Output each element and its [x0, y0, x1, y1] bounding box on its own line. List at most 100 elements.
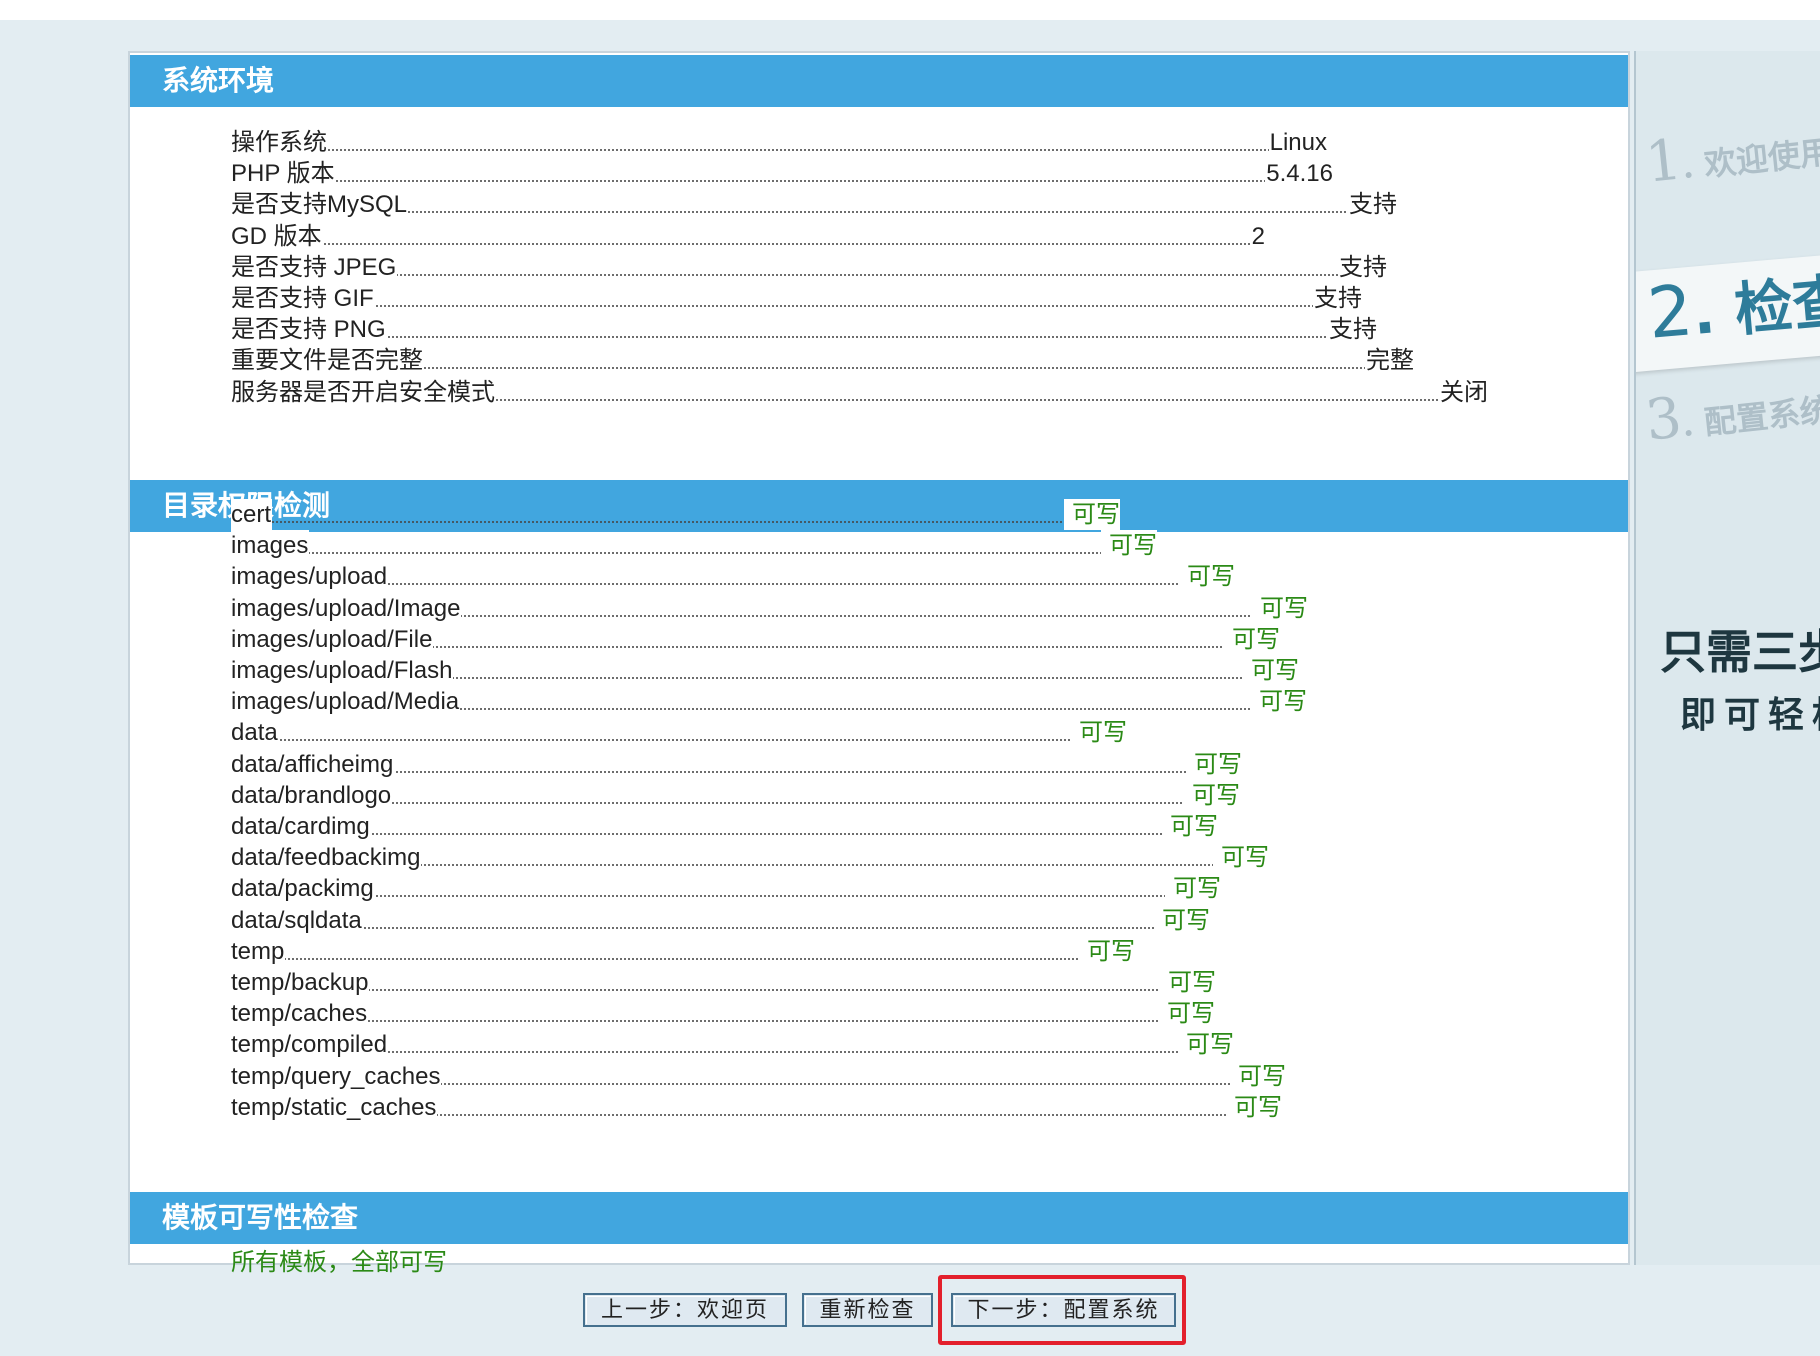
- dir-check-row: data/cardimg 可写: [231, 811, 1218, 842]
- step-3-number: 3: [1642, 385, 1685, 454]
- dir-check-row: temp/backup 可写: [231, 967, 1216, 998]
- dir-check-row: temp/static_caches 可写: [231, 1091, 1282, 1123]
- check-item-label: 是否支持 GIF: [231, 283, 375, 314]
- dir-check-row: images 可写: [231, 530, 1157, 562]
- dot-leader: [231, 180, 1333, 183]
- slogan-line-2: 即可轻松: [1680, 695, 1820, 736]
- dot-leader: [231, 989, 1216, 991]
- template-check-message: 所有模板，全部可写: [231, 1249, 447, 1276]
- env-check-row: PHP 版本 5.4.16: [231, 158, 1333, 190]
- check-item-status: 支持: [1313, 283, 1362, 314]
- dot-leader: [231, 895, 1221, 898]
- check-item-status: 可写: [1230, 1060, 1286, 1092]
- step-1-label: . 欢迎使用: [1680, 132, 1820, 187]
- env-check-row: 是否支持 GIF 支持: [231, 283, 1362, 314]
- check-item-label: PHP 版本: [231, 158, 336, 190]
- dot-leader: [231, 926, 1210, 929]
- check-item-status: 2: [1250, 220, 1265, 252]
- check-item-status: 可写: [1154, 904, 1210, 936]
- check-item-status: 支持: [1348, 189, 1397, 221]
- check-item-label: temp/static_caches: [231, 1091, 438, 1123]
- step-1: 1. 欢迎使用: [1642, 112, 1820, 196]
- step-2-number: 2: [1644, 269, 1697, 355]
- check-panel: 系统环境 操作系统 Linux PHP 版本 5.4.16 是否支持MySQL 支持 GD …: [128, 51, 1630, 1276]
- dir-check-row: images/upload 可写: [231, 561, 1235, 593]
- check-item-label: images/upload/Media: [231, 686, 461, 718]
- check-item-label: temp: [231, 935, 286, 967]
- dir-check-row: data/packimg 可写: [231, 873, 1221, 905]
- env-check-row: 是否支持 PNG 支持: [231, 314, 1377, 346]
- install-steps-sidebar: 1. 欢迎使用 2. 检查 3. 配置系统 只需三步 即可轻松: [1634, 51, 1820, 1265]
- env-check-row: 服务器是否开启安全模式 关闭: [231, 376, 1488, 408]
- step-2-label: . 检查: [1689, 266, 1820, 348]
- check-item-status: 可写: [1178, 1029, 1234, 1061]
- check-item-label: data/sqldata: [231, 904, 363, 936]
- check-item-label: images/upload/Flash: [231, 655, 454, 686]
- check-item-status: 可写: [1243, 655, 1299, 686]
- check-item-label: data/afficheimg: [231, 748, 395, 780]
- dir-check-row: temp/caches 可写: [231, 998, 1215, 1030]
- check-item-status: 可写: [1162, 811, 1218, 842]
- slogan-line-1: 只需三步: [1660, 625, 1820, 679]
- dir-check-row: images/upload/File 可写: [231, 623, 1280, 655]
- check-item-status: 可写: [1079, 935, 1135, 967]
- check-item-label: data/feedbackimg: [231, 842, 422, 874]
- step-1-number: 1: [1642, 127, 1685, 196]
- env-check-row: 操作系统 Linux: [231, 127, 1327, 158]
- dir-check-row: temp 可写: [231, 935, 1135, 967]
- check-item-label: GD 版本: [231, 220, 323, 252]
- dot-leader: [231, 552, 1157, 555]
- check-item-label: images: [231, 530, 310, 562]
- dir-check-row: temp/query_caches 可写: [231, 1060, 1286, 1092]
- env-check-row: GD 版本 2: [231, 220, 1265, 252]
- dot-leader: [231, 957, 1135, 960]
- check-item-label: temp/caches: [231, 998, 369, 1030]
- check-item-status: 可写: [1184, 779, 1240, 811]
- check-item-status: 可写: [1071, 717, 1127, 749]
- step-3-label: . 配置系统: [1680, 390, 1820, 445]
- check-item-label: images/upload: [231, 561, 389, 593]
- recheck-button[interactable]: 重新检查: [802, 1293, 933, 1327]
- section-header-system: 系统环境: [130, 55, 1628, 107]
- dot-leader: [231, 149, 1327, 151]
- check-item-label: data/cardimg: [231, 811, 371, 842]
- check-item-status: Linux: [1268, 127, 1327, 158]
- dir-check-row: images/upload/Media 可写: [231, 686, 1307, 718]
- check-item-status: 可写: [1101, 530, 1157, 562]
- step-2-current: 2. 检查: [1644, 253, 1820, 354]
- check-item-label: images/upload/File: [231, 623, 434, 655]
- check-item-label: cert: [231, 499, 273, 530]
- dot-leader: [231, 273, 1387, 276]
- check-item-status: 可写: [1252, 592, 1308, 624]
- check-item-label: data: [231, 717, 279, 749]
- check-item-status: 可写: [1251, 686, 1307, 718]
- dot-leader: [231, 833, 1218, 835]
- check-item-status: 可写: [1186, 748, 1242, 780]
- check-item-label: data/brandlogo: [231, 779, 393, 811]
- dir-check-row: data/afficheimg 可写: [231, 748, 1242, 780]
- dir-check-row: images/upload/Image 可写: [231, 592, 1308, 624]
- dot-leader: [231, 336, 1377, 339]
- prev-step-button[interactable]: 上一步：欢迎页: [583, 1293, 787, 1327]
- check-item-status: 5.4.16: [1265, 158, 1333, 190]
- dir-check-row: data/brandlogo 可写: [231, 779, 1240, 811]
- next-step-highlight-box: [938, 1275, 1186, 1345]
- check-item-label: 操作系统: [231, 127, 328, 158]
- dot-leader: [231, 242, 1265, 245]
- check-item-label: temp/query_caches: [231, 1060, 442, 1092]
- check-item-label: temp/compiled: [231, 1029, 389, 1061]
- env-check-row: 是否支持MySQL 支持: [231, 189, 1397, 221]
- check-item-status: 可写: [1226, 1091, 1282, 1123]
- check-item-status: 可写: [1159, 998, 1215, 1030]
- check-item-label: 是否支持MySQL: [231, 189, 409, 221]
- check-item-status: 支持: [1338, 251, 1387, 283]
- env-check-row: 重要文件是否完整 完整: [231, 345, 1414, 377]
- check-item-status: 可写: [1213, 842, 1269, 874]
- dir-check-row: data/sqldata 可写: [231, 904, 1210, 936]
- dot-leader: [231, 305, 1362, 307]
- check-item-status: 支持: [1328, 314, 1377, 346]
- dot-leader: [231, 521, 1120, 523]
- step-3: 3. 配置系统: [1642, 370, 1820, 454]
- check-item-label: 是否支持 JPEG: [231, 251, 398, 283]
- check-item-status: 可写: [1224, 623, 1280, 655]
